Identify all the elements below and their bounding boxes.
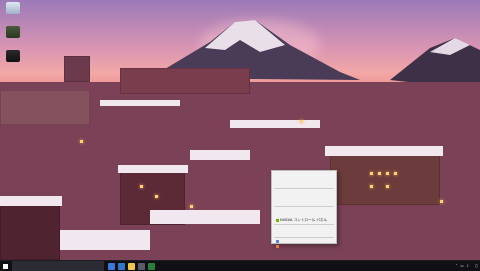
app-icon-1 (6, 26, 20, 38)
nvidia-icon (276, 218, 279, 222)
desktop-context-menu: NVIDIA コントロール パネル (271, 170, 337, 248)
menu-separator (274, 223, 334, 225)
roof (60, 230, 150, 250)
roof (150, 210, 260, 224)
left-building (0, 90, 90, 125)
menu-item-label: NVIDIA コントロール パネル (280, 217, 328, 222)
right-house (330, 150, 440, 205)
lit-window (386, 172, 389, 175)
search-input[interactable] (15, 262, 104, 270)
menu-item[interactable] (272, 200, 336, 205)
menu-item[interactable] (272, 181, 336, 186)
file-explorer-icon[interactable] (128, 262, 135, 270)
tower-building (64, 56, 90, 82)
desktop-wallpaper[interactable]: NVIDIA コントロール パネル (0, 0, 480, 260)
lit-window (378, 172, 381, 175)
task-view-icon[interactable] (108, 262, 115, 270)
menu-separator (274, 187, 334, 189)
menu-separator (274, 205, 334, 207)
up-arrow-icon[interactable]: ˄ (456, 264, 458, 268)
windows-logo-icon (2, 263, 8, 269)
app-icon-2 (6, 50, 20, 62)
roof (190, 150, 250, 160)
lit-window (140, 185, 143, 188)
menu-item-nvidia-control-panel[interactable]: NVIDIA コントロール パネル (272, 218, 336, 223)
lit-window (300, 120, 303, 123)
roof (100, 100, 180, 106)
lit-window (394, 172, 397, 175)
lit-window (370, 185, 373, 188)
store-icon[interactable] (138, 262, 145, 270)
lit-window (80, 140, 83, 143)
lit-window (370, 172, 373, 175)
lit-window (440, 200, 443, 203)
recycle-bin-icon (6, 2, 20, 14)
taskbar: ˄ ▭ ♪ ▢ (0, 260, 480, 271)
display-settings-icon (276, 239, 279, 243)
left-house (0, 200, 60, 260)
roof (0, 196, 62, 206)
menu-separator (274, 236, 334, 238)
lit-window (386, 185, 389, 188)
personalize-icon (276, 244, 279, 248)
menu-item[interactable] (272, 244, 336, 249)
edge-icon[interactable] (118, 262, 125, 270)
lit-window (190, 205, 193, 208)
long-building (120, 68, 250, 94)
recycle-bin-shortcut[interactable] (2, 2, 24, 22)
app-shortcut-1[interactable] (2, 26, 24, 46)
network-icon[interactable]: ▭ (460, 264, 463, 268)
menu-item[interactable] (272, 231, 336, 236)
app-shortcut-2[interactable] (2, 50, 24, 70)
roof (325, 146, 443, 156)
lit-window (155, 195, 158, 198)
volume-icon[interactable]: ♪ (467, 264, 469, 268)
roof (118, 165, 188, 173)
notification-icon[interactable]: ▢ (475, 264, 478, 268)
app-icon[interactable] (148, 262, 155, 270)
roof (230, 120, 320, 128)
